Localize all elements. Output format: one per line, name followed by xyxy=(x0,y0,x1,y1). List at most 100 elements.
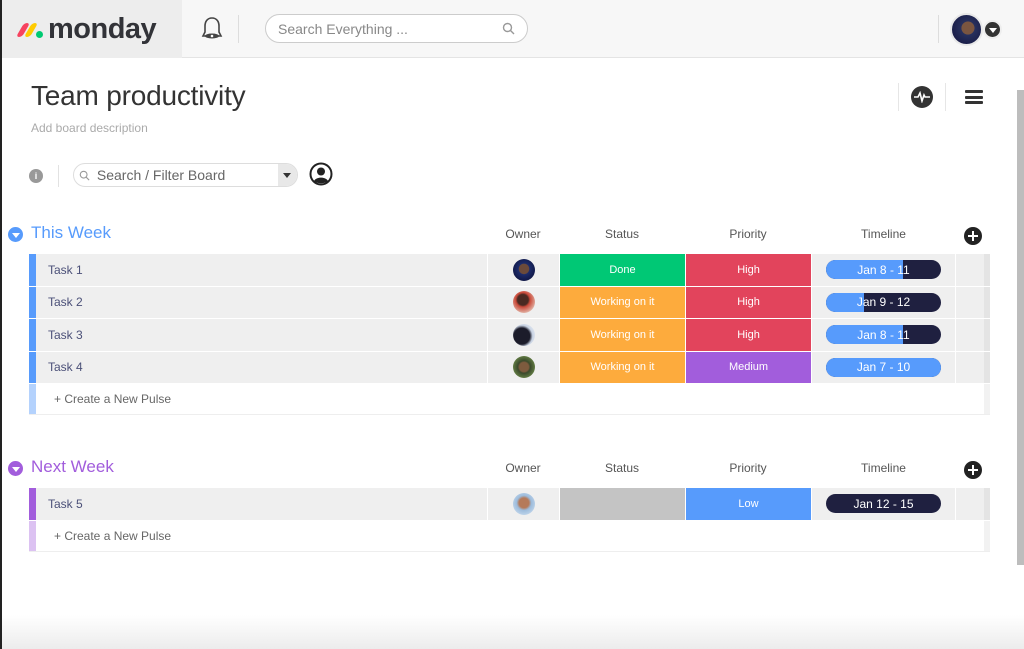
divider xyxy=(58,165,59,187)
group-color-bar xyxy=(29,351,36,383)
bottom-fade xyxy=(0,615,1024,649)
group-color-bar xyxy=(29,488,36,520)
empty-cell[interactable] xyxy=(955,254,984,286)
status-badge[interactable]: Working on it xyxy=(559,286,685,318)
group-collapse-chevron-icon[interactable] xyxy=(8,461,23,476)
create-new-pulse-row[interactable]: + Create a New Pulse xyxy=(29,520,990,552)
vertical-scrollbar[interactable] xyxy=(1017,90,1024,565)
divider xyxy=(938,15,939,43)
task-name[interactable]: Task 4 xyxy=(36,351,487,383)
group-title[interactable]: This Week xyxy=(31,223,111,243)
timeline-pill: Jan 8 - 11 xyxy=(826,260,941,280)
notifications-bell-icon[interactable] xyxy=(199,15,225,43)
timeline-label: Jan 7 - 10 xyxy=(856,360,911,375)
global-search[interactable] xyxy=(265,14,528,43)
status-badge[interactable]: Working on it xyxy=(559,351,685,383)
table-row[interactable]: Task 2 Working on it High Jan 9 - 12 xyxy=(29,286,990,319)
timeline-cell[interactable]: Jan 8 - 11 xyxy=(811,254,955,286)
column-header-timeline[interactable]: Timeline xyxy=(811,461,956,475)
filter-dropdown-chevron-icon[interactable] xyxy=(277,164,297,186)
table-row[interactable]: Task 3 Working on it High Jan 8 - 11 xyxy=(29,319,990,352)
timeline-cell[interactable]: Jan 8 - 11 xyxy=(811,319,955,351)
column-header-status[interactable]: Status xyxy=(559,461,685,475)
group-color-bar xyxy=(29,520,36,551)
row-end-cell xyxy=(984,319,990,351)
owner-cell[interactable] xyxy=(487,351,559,383)
group-title[interactable]: Next Week xyxy=(31,457,114,477)
table-row[interactable]: Task 5 Low Jan 12 - 15 xyxy=(29,488,990,521)
board-filter[interactable] xyxy=(73,163,298,187)
divider xyxy=(898,83,899,111)
priority-badge[interactable]: High xyxy=(685,319,811,351)
add-column-plus-icon[interactable] xyxy=(964,227,982,245)
user-avatar[interactable] xyxy=(950,13,983,46)
column-header-timeline[interactable]: Timeline xyxy=(811,227,956,241)
row-end-cell xyxy=(984,384,990,414)
column-header-owner[interactable]: Owner xyxy=(487,227,559,241)
create-new-pulse-input[interactable]: + Create a New Pulse xyxy=(36,520,984,551)
task-name[interactable]: Task 3 xyxy=(36,319,487,351)
table-row[interactable]: Task 1 Done High Jan 8 - 11 xyxy=(29,254,990,287)
timeline-label: Jan 12 - 15 xyxy=(853,496,914,511)
status-badge[interactable]: Done xyxy=(559,254,685,286)
empty-cell[interactable] xyxy=(955,319,984,351)
task-name[interactable]: Task 1 xyxy=(36,254,487,286)
group-color-bar xyxy=(29,384,36,414)
owner-avatar xyxy=(512,291,535,314)
row-end-cell xyxy=(984,286,990,318)
group-next-week: Next Week Owner Status Priority Timeline… xyxy=(0,453,1024,552)
status-badge[interactable] xyxy=(559,488,685,520)
hamburger-menu-icon[interactable] xyxy=(965,89,983,105)
table-row[interactable]: Task 4 Working on it Medium Jan 7 - 10 xyxy=(29,351,990,384)
person-filter-icon[interactable] xyxy=(309,162,333,186)
task-name[interactable]: Task 5 xyxy=(36,488,487,520)
info-icon[interactable]: i xyxy=(29,169,43,183)
priority-badge[interactable]: Low xyxy=(685,488,811,520)
create-new-pulse-row[interactable]: + Create a New Pulse xyxy=(29,384,990,415)
activity-pulse-icon[interactable] xyxy=(911,86,933,108)
create-new-pulse-input[interactable]: + Create a New Pulse xyxy=(36,384,984,414)
empty-cell[interactable] xyxy=(955,488,984,520)
search-icon xyxy=(502,22,515,35)
timeline-cell[interactable]: Jan 7 - 10 xyxy=(811,351,955,383)
empty-cell[interactable] xyxy=(955,351,984,383)
add-column-plus-icon[interactable] xyxy=(964,461,982,479)
column-header-priority[interactable]: Priority xyxy=(685,227,811,241)
owner-avatar xyxy=(512,323,535,346)
page-title[interactable]: Team productivity xyxy=(31,80,246,112)
timeline-pill: Jan 12 - 15 xyxy=(826,494,941,514)
timeline-cell[interactable]: Jan 12 - 15 xyxy=(811,488,955,520)
row-end-cell xyxy=(984,254,990,286)
group-this-week: This Week Owner Status Priority Timeline… xyxy=(0,219,1024,415)
column-header-owner[interactable]: Owner xyxy=(487,461,559,475)
owner-cell[interactable] xyxy=(487,286,559,318)
priority-badge[interactable]: High xyxy=(685,254,811,286)
row-end-cell xyxy=(984,520,990,551)
column-header-priority[interactable]: Priority xyxy=(685,461,811,475)
owner-cell[interactable] xyxy=(487,319,559,351)
priority-badge[interactable]: High xyxy=(685,286,811,318)
group-collapse-chevron-icon[interactable] xyxy=(8,227,23,242)
group-color-bar xyxy=(29,286,36,318)
board-filter-input[interactable] xyxy=(94,167,278,183)
chevron-down-icon[interactable] xyxy=(983,20,1002,39)
priority-badge[interactable]: Medium xyxy=(685,351,811,383)
column-header-status[interactable]: Status xyxy=(559,227,685,241)
row-end-cell xyxy=(984,351,990,383)
timeline-cell[interactable]: Jan 9 - 12 xyxy=(811,286,955,318)
row-end-cell xyxy=(984,488,990,520)
top-bar: monday xyxy=(0,0,1024,58)
timeline-label: Jan 9 - 12 xyxy=(856,295,911,310)
divider xyxy=(238,15,239,43)
empty-cell[interactable] xyxy=(955,286,984,318)
owner-cell[interactable] xyxy=(487,488,559,520)
owner-cell[interactable] xyxy=(487,254,559,286)
board-description[interactable]: Add board description xyxy=(31,121,148,135)
window-left-edge xyxy=(0,0,2,649)
timeline-pill: Jan 9 - 12 xyxy=(826,292,941,312)
timeline-label: Jan 8 - 11 xyxy=(857,327,910,342)
global-search-input[interactable] xyxy=(278,20,502,37)
logo[interactable]: monday xyxy=(0,0,182,58)
status-badge[interactable]: Working on it xyxy=(559,319,685,351)
task-name[interactable]: Task 2 xyxy=(36,286,487,318)
